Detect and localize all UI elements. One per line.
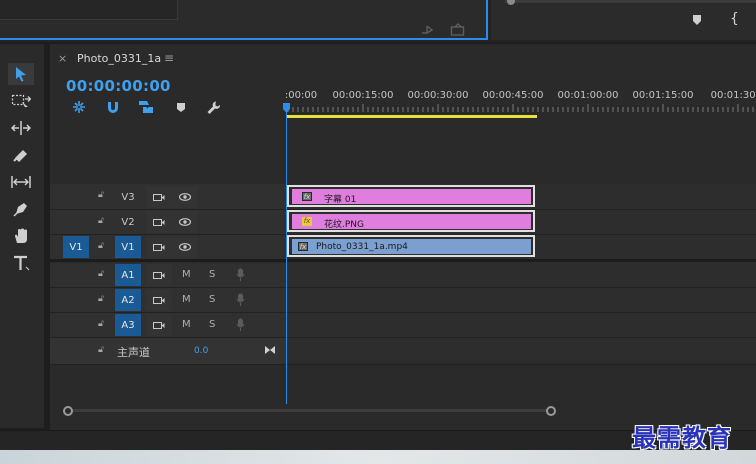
hand-tool-icon[interactable] (8, 225, 34, 247)
track-target-v3[interactable]: V3 (115, 186, 141, 208)
track-target-v1[interactable]: V1 (115, 236, 141, 258)
solo-button[interactable]: S (209, 269, 215, 280)
lock-icon[interactable]: 🔓︎ (98, 241, 104, 251)
timeline-tools-row (66, 98, 226, 118)
track-header-a1: 🔓︎ A1 M S (50, 263, 286, 287)
sync-lock-icon[interactable] (146, 314, 172, 336)
sync-lock-icon[interactable] (146, 211, 172, 233)
voiceover-mic-icon[interactable] (236, 293, 245, 307)
track-header-a2: 🔓︎ A2 M S (50, 288, 286, 312)
toggle-output-eye-icon[interactable] (172, 211, 198, 233)
master-track-header: 🔓︎ 主声道 0.0 (50, 338, 286, 364)
clip-name: 花纹.PNG (324, 220, 364, 230)
slip-tool-icon[interactable] (8, 171, 34, 193)
clip-name: 字幕 01 (324, 195, 357, 205)
ripple-edit-tool-icon[interactable] (8, 117, 34, 139)
track-target-v2[interactable]: V2 (115, 211, 141, 233)
sync-lock-icon[interactable] (146, 236, 172, 258)
fx-badge-icon: fx (302, 217, 312, 226)
type-tool-icon[interactable] (8, 252, 34, 274)
mute-button[interactable]: M (182, 269, 191, 280)
track-header-v3: 🔓︎ V3 (50, 184, 286, 209)
clip-v2[interactable]: fx 花纹.PNG (287, 210, 535, 232)
linked-selection-icon[interactable] (138, 100, 154, 114)
add-marker-icon[interactable] (176, 102, 186, 113)
ruler-label: 00:00:30:00 (407, 90, 469, 101)
master-track-label: 主声道 (117, 346, 150, 359)
source-patch-v1[interactable]: V1 (63, 236, 89, 258)
brace-icon[interactable]: { (730, 11, 739, 27)
lock-icon[interactable]: 🔓︎ (98, 345, 104, 355)
scrollbar-right-handle[interactable] (546, 406, 556, 416)
panel-menu-icon[interactable]: ≡ (164, 51, 174, 65)
lock-icon[interactable]: 🔓︎ (98, 319, 104, 329)
timeline-horizontal-scrollbar[interactable] (68, 409, 552, 412)
track-header-v2: 🔓︎ V2 (50, 210, 286, 234)
playhead-line[interactable] (286, 104, 287, 404)
timeline-settings-wrench-icon[interactable] (206, 100, 221, 115)
ruler-label: 00:01:30:0 (710, 90, 756, 101)
scrollbar-left-handle[interactable] (63, 406, 73, 416)
lock-icon[interactable]: 🔓︎ (98, 216, 104, 226)
solo-button[interactable]: S (209, 294, 215, 305)
mute-button[interactable]: M (182, 294, 191, 305)
fx-badge-icon: fx (298, 242, 308, 251)
work-area-bar[interactable] (286, 115, 537, 118)
mute-button[interactable]: M (182, 319, 191, 330)
track-header-a3: 🔓︎ A3 M S (50, 313, 286, 337)
clip-name: Photo_0331_1a.mp4 (316, 242, 408, 252)
marker-icon[interactable] (692, 14, 702, 26)
clip-body: fx 花纹.PNG (292, 214, 531, 230)
track-select-tool-icon[interactable] (8, 90, 34, 112)
solo-button[interactable]: S (209, 319, 215, 330)
track-target-a2[interactable]: A2 (115, 289, 141, 311)
tab-close-button[interactable]: × (58, 52, 67, 65)
track-target-a1[interactable]: A1 (115, 264, 141, 286)
lock-icon[interactable]: 🔓︎ (98, 294, 104, 304)
playhead-timecode[interactable]: 00:00:00:00 (66, 77, 171, 95)
program-monitor-panel (491, 0, 756, 40)
go-to-end-icon[interactable] (264, 345, 276, 355)
ruler-label: 00:00:15:00 (332, 90, 394, 101)
lock-icon[interactable]: 🔓︎ (98, 190, 104, 200)
lock-icon[interactable]: 🔓︎ (98, 269, 104, 279)
pen-tool-icon[interactable] (8, 198, 34, 220)
clip-body: fx 字幕 01 (292, 189, 531, 205)
nest-sequence-icon[interactable] (72, 100, 86, 114)
ruler-label: :00:00 (284, 90, 318, 101)
master-volume-value[interactable]: 0.0 (194, 346, 208, 356)
sync-lock-icon[interactable] (146, 264, 172, 286)
sync-lock-icon[interactable] (146, 186, 172, 208)
toggle-output-eye-icon[interactable] (172, 236, 198, 258)
ruler-ticks (287, 104, 754, 112)
track-target-a3[interactable]: A3 (115, 314, 141, 336)
tools-panel (0, 44, 44, 428)
fx-badge-icon: fx (302, 192, 312, 201)
selection-tool-icon[interactable] (8, 63, 34, 85)
export-frame-icon[interactable] (421, 24, 435, 36)
voiceover-mic-icon[interactable] (236, 268, 245, 282)
program-monitor-zoom-slider[interactable] (505, 0, 756, 3)
clip-v1[interactable]: fx Photo_0331_1a.mp4 (287, 235, 535, 257)
source-monitor-panel (0, 0, 488, 40)
ruler-label: 00:01:00:00 (557, 90, 619, 101)
track-header-v1: V1 🔓︎ V1 (50, 235, 286, 259)
sequence-tab-title[interactable]: Photo_0331_1a (77, 52, 161, 65)
clip-body: fx Photo_0331_1a.mp4 (292, 239, 531, 254)
voiceover-mic-icon[interactable] (236, 318, 245, 332)
ruler-label: 00:01:15:00 (632, 90, 694, 101)
ruler-label: 00:00:45:00 (482, 90, 544, 101)
audio-tracks-area[interactable] (286, 258, 756, 362)
clip-v3[interactable]: fx 字幕 01 (287, 185, 535, 207)
snap-magnet-icon[interactable] (106, 100, 120, 114)
source-monitor-subpanel (0, 0, 178, 20)
watermark-text: 最需教育 (632, 423, 732, 452)
button-editor-icon[interactable] (450, 23, 466, 37)
razor-tool-icon[interactable] (8, 144, 34, 166)
sync-lock-icon[interactable] (146, 289, 172, 311)
toggle-output-eye-icon[interactable] (172, 186, 198, 208)
